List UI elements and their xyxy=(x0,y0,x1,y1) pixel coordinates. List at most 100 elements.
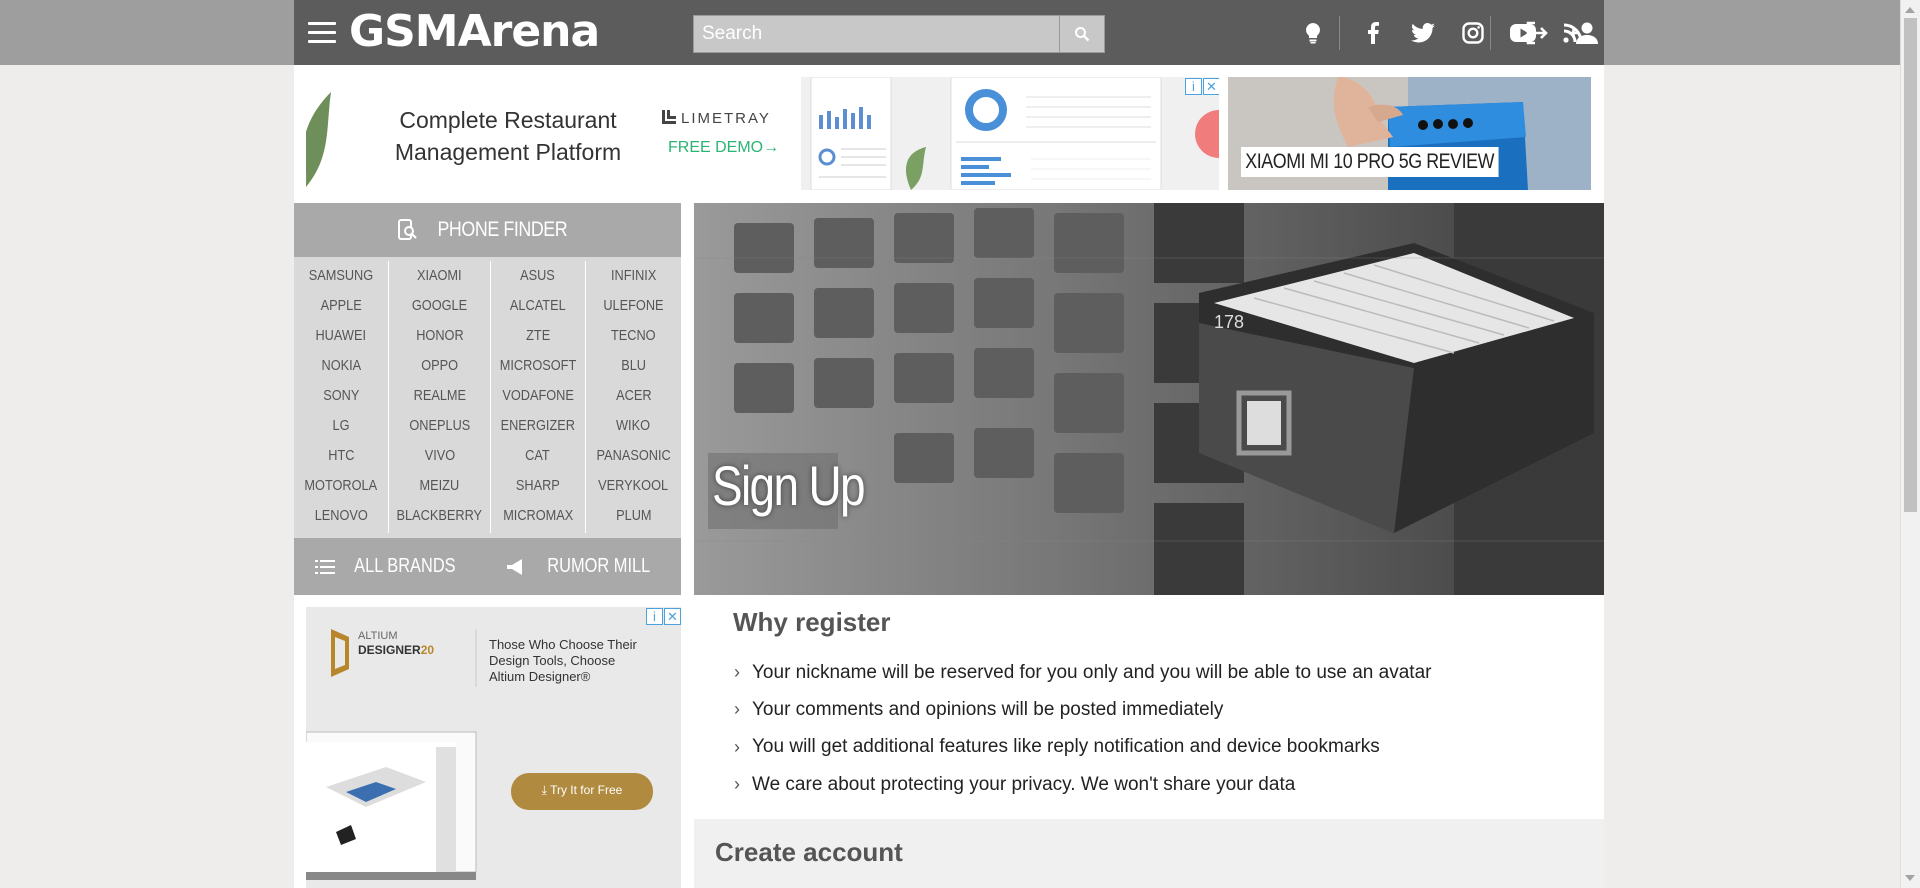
scroll-up-arrow-icon[interactable] xyxy=(1905,7,1915,13)
chevron-right-icon: › xyxy=(734,662,740,683)
phone-finder-footer: ALL BRANDS RUMOR MILL xyxy=(294,538,681,595)
brand-link[interactable]: APPLE xyxy=(294,291,388,321)
facebook-icon[interactable] xyxy=(1358,18,1388,48)
page-container: GSMArena Search Complete Restaurant Mana… xyxy=(294,0,1604,888)
phone-finder: PHONE FINDER SAMSUNG APPLE HUAWEI NOKIA SONY… xyxy=(294,203,681,595)
scroll-down-arrow-icon[interactable] xyxy=(1905,875,1915,881)
side-ad-headline: Those Who Choose Their Design Tools, Cho… xyxy=(489,637,637,684)
instagram-icon[interactable] xyxy=(1458,18,1488,48)
brand-link[interactable]: WIKO xyxy=(586,411,681,441)
ad-screenshots: i ✕ xyxy=(801,77,1219,190)
create-account-section: Create account xyxy=(694,819,1604,888)
brand-column: SAMSUNG APPLE HUAWEI NOKIA SONY LG HTC MOTOROLA… xyxy=(294,261,390,533)
ad-close-icon[interactable]: ✕ xyxy=(1203,78,1219,95)
ad-cta[interactable]: FREE DEMO→ xyxy=(668,139,779,157)
brand-link[interactable]: SONY xyxy=(294,381,388,411)
list-item: › We care about protecting your privacy. … xyxy=(734,773,1296,795)
brand-link[interactable]: VODAFONE xyxy=(491,381,585,411)
site-logo[interactable]: GSMArena xyxy=(349,6,600,58)
why-register-section: Why register › Your nickname will be rese… xyxy=(694,595,1604,819)
ad-info-icon[interactable]: i xyxy=(646,608,663,625)
lightbulb-icon[interactable] xyxy=(1298,18,1328,48)
login-icon[interactable] xyxy=(1522,18,1552,48)
promo-review-banner[interactable]: XIAOMI MI 10 PRO 5G REVIEW xyxy=(1228,77,1591,190)
brand-link[interactable]: INFINIX xyxy=(586,261,681,291)
side-ad-brand: ALTIUM DESIGNER20 xyxy=(358,630,435,657)
site-header: GSMArena xyxy=(294,0,1604,65)
ad-headline: Complete Restaurant Management Platform xyxy=(394,107,622,165)
brand-link[interactable]: LG xyxy=(294,411,388,441)
brand-link[interactable]: REALME xyxy=(389,381,490,411)
brand-link[interactable]: MEIZU xyxy=(389,471,490,501)
brand-grid: SAMSUNG APPLE HUAWEI NOKIA SONY LG HTC MOTOROLA… xyxy=(294,261,681,533)
brand-link[interactable]: MICROMAX xyxy=(491,501,585,531)
side-ad[interactable]: ALTIUM DESIGNER20 Those Who Choose Their … xyxy=(306,607,681,888)
phone-finder-icon xyxy=(398,219,417,240)
header-divider xyxy=(1490,16,1491,50)
brand-link[interactable]: LENOVO xyxy=(294,501,388,531)
svg-text:178: 178 xyxy=(1214,312,1244,332)
create-account-title: Create account xyxy=(715,837,903,867)
list-item: › Your nickname will be reserved for you … xyxy=(734,661,1432,683)
brand-link[interactable]: SAMSUNG xyxy=(294,261,388,291)
brand-link[interactable]: ACER xyxy=(586,381,681,411)
brand-link[interactable]: HTC xyxy=(294,441,388,471)
dashboard-mockup-image xyxy=(810,77,1219,190)
twitter-icon[interactable] xyxy=(1408,18,1438,48)
brand-link[interactable]: PANASONIC xyxy=(586,441,681,471)
side-ad-cta[interactable]: ⤓ Try It for Free xyxy=(511,783,653,798)
scrollbar-thumb[interactable] xyxy=(1904,18,1917,512)
brand-link[interactable]: GOOGLE xyxy=(389,291,490,321)
brand-link[interactable]: TECNO xyxy=(586,321,681,351)
brand-link[interactable]: HONOR xyxy=(389,321,490,351)
ad-close-icon[interactable]: ✕ xyxy=(664,608,681,625)
brand-link[interactable]: CAT xyxy=(491,441,585,471)
brand-column: ASUS ALCATEL ZTE MICROSOFT VODAFONE ENERGIZER… xyxy=(491,261,586,533)
rumor-mill-button[interactable]: RUMOR MILL xyxy=(488,538,682,595)
search-icon xyxy=(1075,27,1090,42)
signup-hero: 178 Sign Up xyxy=(694,203,1604,595)
brand-link[interactable]: OPPO xyxy=(389,351,490,381)
brand-link[interactable]: ENERGIZER xyxy=(491,411,585,441)
limetray-logo-icon xyxy=(662,110,676,124)
scrollbar[interactable] xyxy=(1900,0,1920,888)
add-user-icon[interactable] xyxy=(1567,18,1601,48)
brand-link[interactable]: HUAWEI xyxy=(294,321,388,351)
all-brands-button[interactable]: ALL BRANDS xyxy=(294,538,488,595)
brand-link[interactable]: MOTOROLA xyxy=(294,471,388,501)
brand-link[interactable]: SHARP xyxy=(491,471,585,501)
brand-link[interactable]: ASUS xyxy=(491,261,585,291)
search-input[interactable] xyxy=(694,16,1054,52)
brand-column: XIAOMI GOOGLE HONOR OPPO REALME ONEPLUS VIVO ME… xyxy=(389,261,491,533)
brand-link[interactable]: XIAOMI xyxy=(389,261,490,291)
brand-link[interactable]: ZTE xyxy=(491,321,585,351)
brand-link[interactable]: ULEFONE xyxy=(586,291,681,321)
chevron-right-icon: › xyxy=(734,699,740,720)
phone-finder-header[interactable]: PHONE FINDER xyxy=(294,203,681,257)
why-register-list: › Your nickname will be reserved for you … xyxy=(734,654,1431,803)
list-icon xyxy=(314,559,335,574)
brand-link[interactable]: ALCATEL xyxy=(491,291,585,321)
leaf-decoration xyxy=(306,92,331,187)
brand-link[interactable]: BLACKBERRY xyxy=(389,501,490,531)
search-button[interactable] xyxy=(1059,16,1104,52)
banner-ad[interactable]: Complete Restaurant Management Platform … xyxy=(306,77,1219,190)
brand-link[interactable]: NOKIA xyxy=(294,351,388,381)
page-title: Sign Up xyxy=(712,454,866,517)
menu-icon[interactable] xyxy=(308,22,336,44)
why-register-title: Why register xyxy=(733,607,891,637)
brand-link[interactable]: BLU xyxy=(586,351,681,381)
brand-column: INFINIX ULEFONE TECNO BLU ACER WIKO PANASONIC V… xyxy=(586,261,681,533)
chevron-right-icon: › xyxy=(734,736,740,757)
brand-link[interactable]: VIVO xyxy=(389,441,490,471)
promo-label: XIAOMI MI 10 PRO 5G REVIEW xyxy=(1241,147,1499,177)
brand-link[interactable]: VERYKOOL xyxy=(586,471,681,501)
search-box xyxy=(693,15,1105,53)
megaphone-icon xyxy=(507,558,523,575)
list-item: › Your comments and opinions will be post… xyxy=(734,698,1224,720)
ad-info-icon[interactable]: i xyxy=(1185,78,1202,95)
brand-link[interactable]: PLUM xyxy=(586,501,681,531)
brand-link[interactable]: MICROSOFT xyxy=(491,351,585,381)
ad-brand: LIMETRAY xyxy=(661,109,771,127)
brand-link[interactable]: ONEPLUS xyxy=(389,411,490,441)
